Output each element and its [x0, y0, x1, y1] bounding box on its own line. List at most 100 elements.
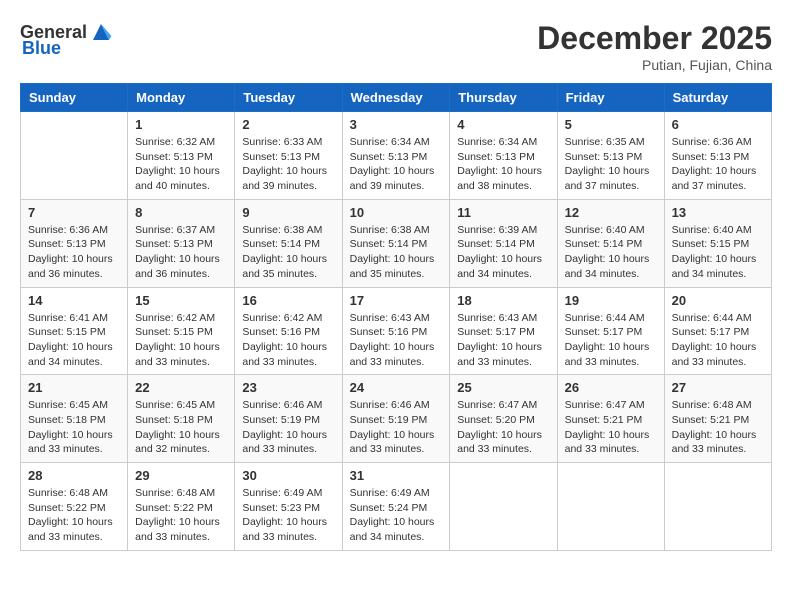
calendar-cell: 25 Sunrise: 6:47 AMSunset: 5:20 PMDayligh… [450, 375, 557, 463]
calendar-cell [21, 112, 128, 200]
day-info: Sunrise: 6:47 AMSunset: 5:20 PMDaylight:… [457, 398, 549, 457]
calendar-cell: 1 Sunrise: 6:32 AMSunset: 5:13 PMDaylight… [128, 112, 235, 200]
day-number: 6 [672, 117, 764, 132]
day-number: 16 [242, 293, 334, 308]
day-number: 13 [672, 205, 764, 220]
column-header-wednesday: Wednesday [342, 84, 450, 112]
calendar-cell [450, 463, 557, 551]
calendar-header: SundayMondayTuesdayWednesdayThursdayFrid… [21, 84, 772, 112]
calendar-body: 1 Sunrise: 6:32 AMSunset: 5:13 PMDaylight… [21, 112, 772, 551]
calendar-cell: 27 Sunrise: 6:48 AMSunset: 5:21 PMDayligh… [664, 375, 771, 463]
calendar-week-1: 1 Sunrise: 6:32 AMSunset: 5:13 PMDaylight… [21, 112, 772, 200]
logo-icon [89, 20, 113, 44]
day-info: Sunrise: 6:46 AMSunset: 5:19 PMDaylight:… [350, 398, 443, 457]
page-header: General Blue December 2025 Putian, Fujia… [20, 20, 772, 73]
day-info: Sunrise: 6:36 AMSunset: 5:13 PMDaylight:… [28, 223, 120, 282]
calendar-week-4: 21 Sunrise: 6:45 AMSunset: 5:18 PMDayligh… [21, 375, 772, 463]
column-header-tuesday: Tuesday [235, 84, 342, 112]
day-info: Sunrise: 6:42 AMSunset: 5:15 PMDaylight:… [135, 311, 227, 370]
day-number: 14 [28, 293, 120, 308]
day-number: 30 [242, 468, 334, 483]
day-number: 20 [672, 293, 764, 308]
calendar-week-2: 7Sunrise: 6:36 AMSunset: 5:13 PMDaylight… [21, 199, 772, 287]
column-header-friday: Friday [557, 84, 664, 112]
calendar-cell: 8 Sunrise: 6:37 AMSunset: 5:13 PMDaylight… [128, 199, 235, 287]
day-info: Sunrise: 6:34 AMSunset: 5:13 PMDaylight:… [350, 135, 443, 194]
day-info: Sunrise: 6:42 AMSunset: 5:16 PMDaylight:… [242, 311, 334, 370]
day-number: 26 [565, 380, 657, 395]
calendar-week-5: 28Sunrise: 6:48 AMSunset: 5:22 PMDayligh… [21, 463, 772, 551]
day-number: 8 [135, 205, 227, 220]
day-info: Sunrise: 6:41 AMSunset: 5:15 PMDaylight:… [28, 311, 120, 370]
day-info: Sunrise: 6:44 AMSunset: 5:17 PMDaylight:… [565, 311, 657, 370]
calendar-cell: 24 Sunrise: 6:46 AMSunset: 5:19 PMDayligh… [342, 375, 450, 463]
day-info: Sunrise: 6:45 AMSunset: 5:18 PMDaylight:… [28, 398, 120, 457]
day-info: Sunrise: 6:38 AMSunset: 5:14 PMDaylight:… [350, 223, 443, 282]
day-number: 21 [28, 380, 120, 395]
column-header-monday: Monday [128, 84, 235, 112]
day-number: 25 [457, 380, 549, 395]
calendar-cell: 17Sunrise: 6:43 AMSunset: 5:16 PMDayligh… [342, 287, 450, 375]
day-number: 27 [672, 380, 764, 395]
day-info: Sunrise: 6:48 AMSunset: 5:22 PMDaylight:… [135, 486, 227, 545]
calendar-cell: 6 Sunrise: 6:36 AMSunset: 5:13 PMDaylight… [664, 112, 771, 200]
day-info: Sunrise: 6:40 AMSunset: 5:15 PMDaylight:… [672, 223, 764, 282]
day-number: 5 [565, 117, 657, 132]
calendar-cell: 18 Sunrise: 6:43 AMSunset: 5:17 PMDayligh… [450, 287, 557, 375]
day-info: Sunrise: 6:45 AMSunset: 5:18 PMDaylight:… [135, 398, 227, 457]
day-info: Sunrise: 6:40 AMSunset: 5:14 PMDaylight:… [565, 223, 657, 282]
calendar-cell [664, 463, 771, 551]
calendar-cell: 31Sunrise: 6:49 AMSunset: 5:24 PMDayligh… [342, 463, 450, 551]
calendar-cell: 3 Sunrise: 6:34 AMSunset: 5:13 PMDaylight… [342, 112, 450, 200]
calendar-cell: 15 Sunrise: 6:42 AMSunset: 5:15 PMDayligh… [128, 287, 235, 375]
day-number: 18 [457, 293, 549, 308]
day-number: 1 [135, 117, 227, 132]
day-info: Sunrise: 6:48 AMSunset: 5:21 PMDaylight:… [672, 398, 764, 457]
calendar-week-3: 14 Sunrise: 6:41 AMSunset: 5:15 PMDayligh… [21, 287, 772, 375]
calendar-cell [557, 463, 664, 551]
calendar-cell: 21 Sunrise: 6:45 AMSunset: 5:18 PMDayligh… [21, 375, 128, 463]
calendar-cell: 28Sunrise: 6:48 AMSunset: 5:22 PMDayligh… [21, 463, 128, 551]
day-info: Sunrise: 6:48 AMSunset: 5:22 PMDaylight:… [28, 486, 120, 545]
day-number: 9 [242, 205, 334, 220]
calendar-cell: 30 Sunrise: 6:49 AMSunset: 5:23 PMDayligh… [235, 463, 342, 551]
calendar-cell: 7Sunrise: 6:36 AMSunset: 5:13 PMDaylight… [21, 199, 128, 287]
calendar-cell: 23Sunrise: 6:46 AMSunset: 5:19 PMDayligh… [235, 375, 342, 463]
calendar-cell: 29 Sunrise: 6:48 AMSunset: 5:22 PMDayligh… [128, 463, 235, 551]
day-info: Sunrise: 6:39 AMSunset: 5:14 PMDaylight:… [457, 223, 549, 282]
day-number: 17 [350, 293, 443, 308]
day-number: 24 [350, 380, 443, 395]
column-header-thursday: Thursday [450, 84, 557, 112]
calendar-cell: 13 Sunrise: 6:40 AMSunset: 5:15 PMDayligh… [664, 199, 771, 287]
calendar-cell: 10Sunrise: 6:38 AMSunset: 5:14 PMDayligh… [342, 199, 450, 287]
location-subtitle: Putian, Fujian, China [537, 57, 772, 73]
day-number: 2 [242, 117, 334, 132]
calendar-cell: 11 Sunrise: 6:39 AMSunset: 5:14 PMDayligh… [450, 199, 557, 287]
day-number: 22 [135, 380, 227, 395]
day-info: Sunrise: 6:49 AMSunset: 5:24 PMDaylight:… [350, 486, 443, 545]
day-info: Sunrise: 6:32 AMSunset: 5:13 PMDaylight:… [135, 135, 227, 194]
calendar-cell: 2Sunrise: 6:33 AMSunset: 5:13 PMDaylight… [235, 112, 342, 200]
calendar-cell: 19Sunrise: 6:44 AMSunset: 5:17 PMDayligh… [557, 287, 664, 375]
day-info: Sunrise: 6:34 AMSunset: 5:13 PMDaylight:… [457, 135, 549, 194]
calendar-cell: 5Sunrise: 6:35 AMSunset: 5:13 PMDaylight… [557, 112, 664, 200]
day-number: 3 [350, 117, 443, 132]
day-number: 4 [457, 117, 549, 132]
month-year-title: December 2025 [537, 20, 772, 57]
calendar-cell: 22 Sunrise: 6:45 AMSunset: 5:18 PMDayligh… [128, 375, 235, 463]
calendar-cell: 26Sunrise: 6:47 AMSunset: 5:21 PMDayligh… [557, 375, 664, 463]
calendar-table: SundayMondayTuesdayWednesdayThursdayFrid… [20, 83, 772, 551]
column-header-sunday: Sunday [21, 84, 128, 112]
day-number: 11 [457, 205, 549, 220]
title-block: December 2025 Putian, Fujian, China [537, 20, 772, 73]
day-number: 12 [565, 205, 657, 220]
logo-blue: Blue [22, 38, 61, 59]
day-number: 29 [135, 468, 227, 483]
calendar-cell: 4 Sunrise: 6:34 AMSunset: 5:13 PMDaylight… [450, 112, 557, 200]
day-info: Sunrise: 6:43 AMSunset: 5:17 PMDaylight:… [457, 311, 549, 370]
day-info: Sunrise: 6:37 AMSunset: 5:13 PMDaylight:… [135, 223, 227, 282]
day-number: 15 [135, 293, 227, 308]
day-info: Sunrise: 6:49 AMSunset: 5:23 PMDaylight:… [242, 486, 334, 545]
column-header-saturday: Saturday [664, 84, 771, 112]
day-info: Sunrise: 6:36 AMSunset: 5:13 PMDaylight:… [672, 135, 764, 194]
